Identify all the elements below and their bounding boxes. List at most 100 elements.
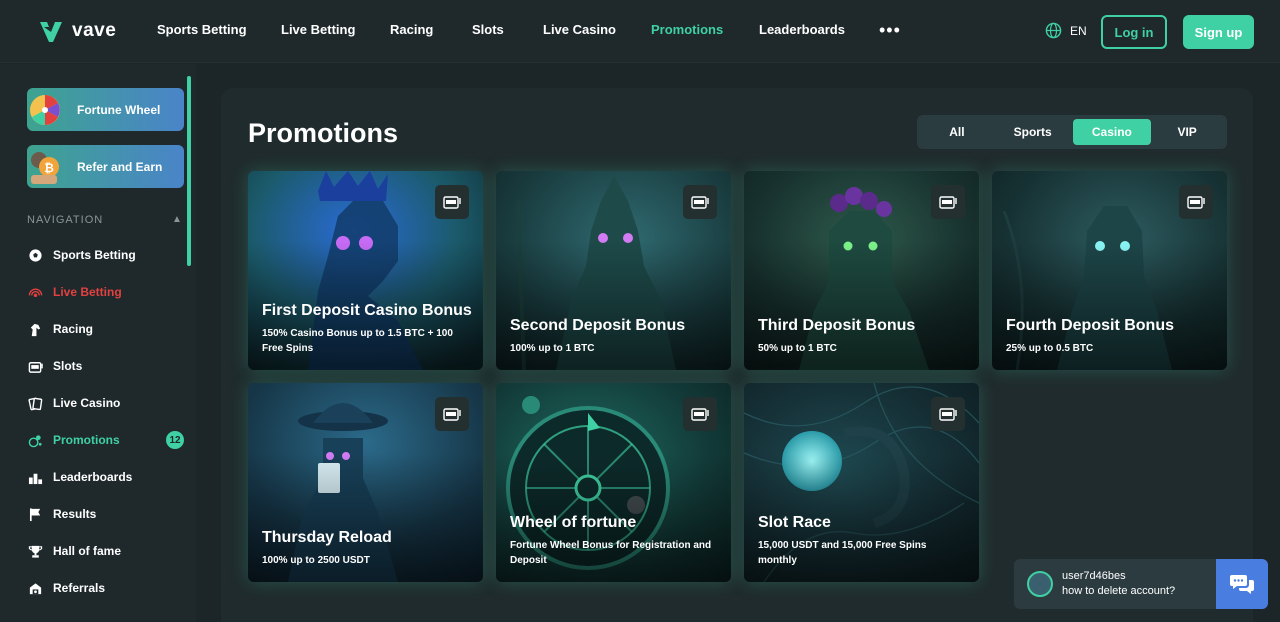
slot-machine-icon <box>1179 185 1213 219</box>
language-selector[interactable]: EN <box>1045 22 1087 39</box>
sidebar-item-label: Sports Betting <box>53 248 136 262</box>
sidebar-item-results[interactable]: Results <box>27 504 187 524</box>
slot-machine-icon <box>931 185 965 219</box>
promotions-count-badge: 12 <box>166 431 184 449</box>
login-button[interactable]: Log in <box>1101 15 1167 49</box>
sidebar-item-label: Racing <box>53 322 94 336</box>
horse-icon <box>27 321 43 337</box>
slot-machine-icon <box>931 397 965 431</box>
promo-card-third-deposit[interactable]: Third Deposit Bonus 50% up to 1 BTC <box>744 171 979 370</box>
card-title: Slot Race <box>758 514 831 531</box>
filter-tab-sports[interactable]: Sports <box>993 119 1073 145</box>
sidebar-item-racing[interactable]: Racing <box>27 319 187 339</box>
promotions-panel: Promotions All Sports Casino VIP First D… <box>221 88 1253 622</box>
leaderboard-icon <box>27 469 43 485</box>
top-bar: vave Sports Betting Live Betting Racing … <box>0 0 1280 63</box>
card-text: First Deposit Casino Bonus 150% Casino B… <box>262 301 472 356</box>
fortune-wheel-button[interactable]: Fortune Wheel <box>27 88 184 131</box>
sidebar-item-label: Referrals <box>53 581 106 595</box>
filter-tab-casino[interactable]: Casino <box>1072 119 1152 145</box>
flag-icon <box>27 506 43 522</box>
sidebar-item-label: Promotions <box>53 433 120 447</box>
cards-icon <box>27 395 43 411</box>
card-title: First Deposit Casino Bonus <box>262 302 472 319</box>
sidebar-scrollbar[interactable] <box>187 76 191 266</box>
svg-text:₿: ₿ <box>44 161 54 175</box>
slot-machine-icon <box>435 185 469 219</box>
sidebar-item-sports-betting[interactable]: Sports Betting <box>27 245 187 265</box>
card-text: Second Deposit Bonus 100% up to 1 BTC <box>510 316 720 356</box>
nav-promotions[interactable]: Promotions <box>651 22 723 37</box>
logo-text: vave <box>72 20 117 41</box>
slot-machine-icon <box>435 397 469 431</box>
sidebar-item-live-casino[interactable]: Live Casino <box>27 393 187 413</box>
trophy-icon <box>27 543 43 559</box>
promo-card-thursday-reload[interactable]: Thursday Reload 100% up to 2500 USDT <box>248 383 483 582</box>
sidebar-item-hall-of-fame[interactable]: Hall of fame <box>27 541 187 561</box>
nav-live-betting[interactable]: Live Betting <box>281 22 355 37</box>
avatar <box>1027 571 1053 597</box>
card-subtitle: 100% up to 2500 USDT <box>262 555 370 566</box>
sidebar-item-label: Leaderboards <box>53 470 133 484</box>
card-text: Slot Race 15,000 USDT and 15,000 Free Sp… <box>758 513 968 568</box>
card-title: Wheel of fortune <box>510 514 637 531</box>
chat-message-preview: how to delete account? <box>1062 585 1176 597</box>
sidebar-item-label: Live Casino <box>53 396 121 410</box>
card-text: Thursday Reload 100% up to 2500 USDT <box>262 528 472 568</box>
nav-slots[interactable]: Slots <box>472 22 504 37</box>
logo[interactable]: vave <box>38 17 116 45</box>
card-title: Third Deposit Bonus <box>758 317 916 334</box>
promotion-filter-tabs: All Sports Casino VIP <box>917 115 1227 149</box>
nav-live-casino[interactable]: Live Casino <box>543 22 616 37</box>
signup-button[interactable]: Sign up <box>1183 15 1254 49</box>
card-subtitle: 150% Casino Bonus up to 1.5 BTC + 100 Fr… <box>262 328 453 354</box>
sidebar-item-promotions[interactable]: Promotions 12 <box>27 430 187 450</box>
card-text: Third Deposit Bonus 50% up to 1 BTC <box>758 316 968 356</box>
support-chat-widget[interactable]: user7d46bes how to delete account? <box>1014 559 1268 609</box>
language-code: EN <box>1070 23 1087 38</box>
card-title: Second Deposit Bonus <box>510 317 686 334</box>
more-menu-icon[interactable]: ••• <box>879 21 901 39</box>
sidebar-item-referrals[interactable]: Referrals <box>27 578 187 598</box>
globe-icon <box>1045 22 1062 39</box>
vave-logo-icon <box>40 22 62 42</box>
sidebar-item-label: Slots <box>53 359 83 373</box>
slot-machine-icon <box>683 185 717 219</box>
refer-and-earn-label: Refer and Earn <box>77 159 163 174</box>
card-text: Fourth Deposit Bonus 25% up to 0.5 BTC <box>1006 316 1216 356</box>
chat-open-button[interactable] <box>1216 559 1268 609</box>
card-title: Fourth Deposit Bonus <box>1006 317 1174 334</box>
nav-sports-betting[interactable]: Sports Betting <box>157 22 247 37</box>
sidebar-item-live-betting[interactable]: Live Betting <box>27 282 187 302</box>
card-subtitle: 100% up to 1 BTC <box>510 343 595 354</box>
referral-icon <box>27 580 43 596</box>
soccer-ball-icon <box>27 247 43 263</box>
card-subtitle: Fortune Wheel Bonus for Registration and… <box>510 540 712 566</box>
chat-username: user7d46bes <box>1062 570 1126 582</box>
sidebar-item-label: Hall of fame <box>53 544 122 558</box>
card-title: Thursday Reload <box>262 529 392 546</box>
sidebar: Fortune Wheel ₿ Refer and Earn NAVIGATIO… <box>0 64 196 622</box>
chevron-up-icon[interactable]: ▲ <box>172 214 182 225</box>
promo-card-second-deposit[interactable]: Second Deposit Bonus 100% up to 1 BTC <box>496 171 731 370</box>
sidebar-item-leaderboards[interactable]: Leaderboards <box>27 467 187 487</box>
filter-tab-vip[interactable]: VIP <box>1151 119 1223 145</box>
live-signal-icon <box>27 284 43 300</box>
filter-tab-all[interactable]: All <box>921 119 993 145</box>
gift-icon <box>27 432 43 448</box>
sidebar-item-slots[interactable]: Slots <box>27 356 187 376</box>
refer-and-earn-button[interactable]: ₿ Refer and Earn <box>27 145 184 188</box>
promo-card-slot-race[interactable]: Slot Race 15,000 USDT and 15,000 Free Sp… <box>744 383 979 582</box>
navigation-heading: NAVIGATION <box>27 214 104 226</box>
promo-card-wheel-of-fortune[interactable]: Wheel of fortune Fortune Wheel Bonus for… <box>496 383 731 582</box>
promo-card-first-deposit[interactable]: First Deposit Casino Bonus 150% Casino B… <box>248 171 483 370</box>
bitcoin-coins-icon: ₿ <box>31 152 59 184</box>
nav-leaderboards[interactable]: Leaderboards <box>759 22 845 37</box>
sidebar-item-label: Live Betting <box>53 285 122 299</box>
chat-bubbles-icon <box>1230 575 1254 594</box>
fortune-wheel-icon <box>30 95 60 125</box>
page-title: Promotions <box>248 118 399 148</box>
promo-card-fourth-deposit[interactable]: Fourth Deposit Bonus 25% up to 0.5 BTC <box>992 171 1227 370</box>
nav-racing[interactable]: Racing <box>390 22 433 37</box>
card-subtitle: 50% up to 1 BTC <box>758 343 837 354</box>
